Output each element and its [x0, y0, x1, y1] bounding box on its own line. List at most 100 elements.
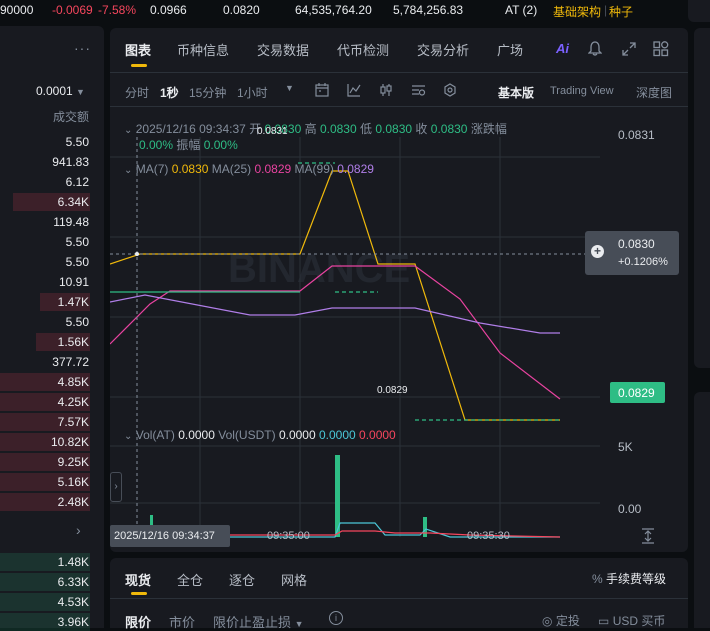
tab-cross[interactable]: 全仓 — [177, 570, 203, 589]
volume-bar — [423, 517, 427, 537]
ohlc-legend-2: 0.00% 振幅 0.00% — [139, 136, 238, 153]
orderbook-row[interactable]: 2.48K — [0, 492, 104, 511]
change-value: 0.00% — [139, 138, 174, 152]
orderbook-row[interactable]: 1.56K — [0, 332, 104, 351]
tf-1s[interactable]: 1秒 — [160, 84, 179, 101]
vol-label: Vol(AT) — [135, 428, 175, 442]
buy-crypto[interactable]: ▭ USD 买币 — [598, 612, 665, 629]
divider — [110, 598, 688, 599]
orderbook-row[interactable]: 5.50 — [0, 232, 104, 250]
orderbook-row[interactable]: 377.72 — [0, 352, 104, 370]
orderbook-row[interactable]: 5.16K — [0, 472, 104, 491]
ohlc-legend: ⌄ 2025/12/16 09:34:37 开 0.0830 高 0.0830 … — [124, 120, 507, 137]
orderbook-row[interactable]: 6.33K — [0, 572, 104, 591]
orderbook-row[interactable]: 10.91 — [0, 272, 104, 290]
orderbook-row[interactable]: 6.12 — [0, 172, 104, 190]
tag-infra[interactable]: 基础架构 — [553, 3, 601, 20]
orderbook-row[interactable]: 4.53K — [0, 592, 104, 611]
vol-v2-value: 0.0000 — [318, 428, 356, 442]
side-handle[interactable]: › — [110, 472, 122, 502]
fee-level[interactable]: % 手续费等级 — [592, 570, 666, 587]
orderbook-row[interactable]: 1.48K — [0, 552, 104, 571]
view-depth[interactable]: 深度图 — [636, 84, 672, 101]
tab-trade-data[interactable]: 交易数据 — [257, 40, 309, 59]
tab-spot[interactable]: 现货 — [125, 570, 151, 589]
tf-time[interactable]: 分时 — [125, 84, 149, 101]
orderbook-volume: 6.34K — [57, 195, 89, 209]
auto-invest[interactable]: ◎ 定投 — [542, 612, 580, 629]
orderbook-row[interactable]: 5.50 — [0, 312, 104, 330]
tab-trade-analysis[interactable]: 交易分析 — [417, 40, 469, 59]
orderbook-volume: 5.50 — [65, 135, 89, 149]
orderbook-row[interactable]: 1.47K — [0, 292, 104, 311]
orderbook-volume: 5.50 — [65, 315, 89, 329]
tf-1h[interactable]: 1小时 — [237, 84, 268, 101]
add-alert-icon[interactable]: + — [591, 245, 604, 258]
orderbook-row[interactable]: 5.50 — [0, 132, 104, 150]
ticker-change-pct: -7.58% — [98, 3, 137, 17]
current-price-tag[interactable]: + 0.0830 +0.1206% — [585, 231, 679, 275]
orderbook-volume: 10.91 — [58, 275, 89, 289]
chevron-right-icon[interactable]: › — [76, 522, 81, 538]
view-tradingview[interactable]: Trading View — [550, 85, 614, 97]
orderbook-row[interactable]: 119.48 — [0, 212, 104, 230]
orderbook-row[interactable]: 6.34K — [0, 192, 104, 211]
ma99-label: MA(99) — [294, 162, 334, 176]
order-market[interactable]: 市价 — [169, 612, 195, 631]
ticker-tag[interactable]: AT (2) — [505, 3, 537, 17]
orderbook-volume: 10.82K — [50, 435, 89, 449]
amp-label: 振幅 — [176, 138, 201, 152]
orderbook-volume: 7.57K — [57, 415, 89, 429]
expand-icon[interactable] — [622, 42, 636, 56]
precision-select[interactable]: 0.0001 ▼ — [36, 84, 85, 98]
fee-label: 手续费等级 — [606, 572, 667, 586]
ma25-label: MA(25) — [211, 162, 252, 176]
orderbook-row[interactable]: 4.85K — [0, 372, 104, 391]
vol-axis-bottom: 0.00 — [618, 502, 642, 516]
view-basic[interactable]: 基本版 — [498, 84, 534, 101]
vol-usdt-value: 0.0000 — [278, 428, 316, 442]
orderbook-row[interactable]: 9.25K — [0, 452, 104, 471]
vol-axis-top: 5K — [618, 440, 633, 454]
orderbook-panel: ··· 0.0001 ▼ 成交额 5.50 941.83 6.12 6.34K 119.… — [0, 26, 104, 631]
orderbook-row[interactable]: 3.96K — [0, 612, 104, 631]
lo-marker: 0.0829 — [377, 385, 408, 396]
high-value: 0.0830 — [319, 122, 357, 136]
calendar-icon[interactable] — [315, 83, 329, 97]
time-cursor-tag: 2025/12/16 09:34:37 — [110, 525, 230, 547]
axis-top-price: 0.0831 — [618, 128, 655, 142]
candle-type-icon[interactable] — [379, 83, 393, 97]
tf-15m[interactable]: 15分钟 — [189, 84, 226, 101]
tab-square[interactable]: 广场 — [497, 40, 523, 59]
current-change: +0.1206% — [618, 256, 668, 268]
tab-isolated[interactable]: 逐仓 — [229, 570, 255, 589]
tab-chart[interactable]: 图表 — [125, 40, 151, 59]
vol-v3-value: 0.0000 — [359, 428, 396, 442]
order-stop-limit[interactable]: 限价止盈止损 ▼ — [213, 612, 304, 631]
tf-more-chevron-icon[interactable]: ▼ — [285, 83, 294, 93]
gear-icon[interactable] — [443, 83, 457, 97]
ellipsis-icon[interactable]: ··· — [74, 40, 91, 56]
tab-coin-info[interactable]: 币种信息 — [177, 40, 229, 59]
settings-lines-icon[interactable] — [411, 83, 426, 97]
collapse-chevron-icon[interactable]: ⌄ — [124, 165, 132, 176]
orderbook-row[interactable]: 4.25K — [0, 392, 104, 411]
tab-token-check[interactable]: 代币检测 — [337, 40, 389, 59]
orderbook-row[interactable]: 7.57K — [0, 412, 104, 431]
orderbook-row[interactable]: 10.82K — [0, 432, 104, 451]
order-limit[interactable]: 限价 — [125, 612, 151, 631]
info-icon[interactable]: i — [329, 611, 343, 625]
auto-invest-label: 定投 — [555, 614, 580, 628]
collapse-chevron-icon[interactable]: ⌄ — [124, 431, 132, 442]
scale-reset-icon[interactable] — [641, 528, 655, 544]
indicator-icon[interactable] — [347, 83, 361, 97]
tab-grid[interactable]: 网格 — [281, 570, 307, 589]
ai-icon[interactable]: Ai — [556, 41, 569, 56]
amp-value: 0.00% — [203, 138, 238, 152]
orderbook-row[interactable]: 5.50 — [0, 252, 104, 270]
tag-seed[interactable]: 种子 — [609, 3, 633, 20]
layout-icon[interactable] — [653, 41, 669, 57]
bell-icon[interactable] — [588, 41, 602, 56]
collapse-chevron-icon[interactable]: ⌄ — [124, 125, 132, 136]
orderbook-row[interactable]: 941.83 — [0, 152, 104, 170]
